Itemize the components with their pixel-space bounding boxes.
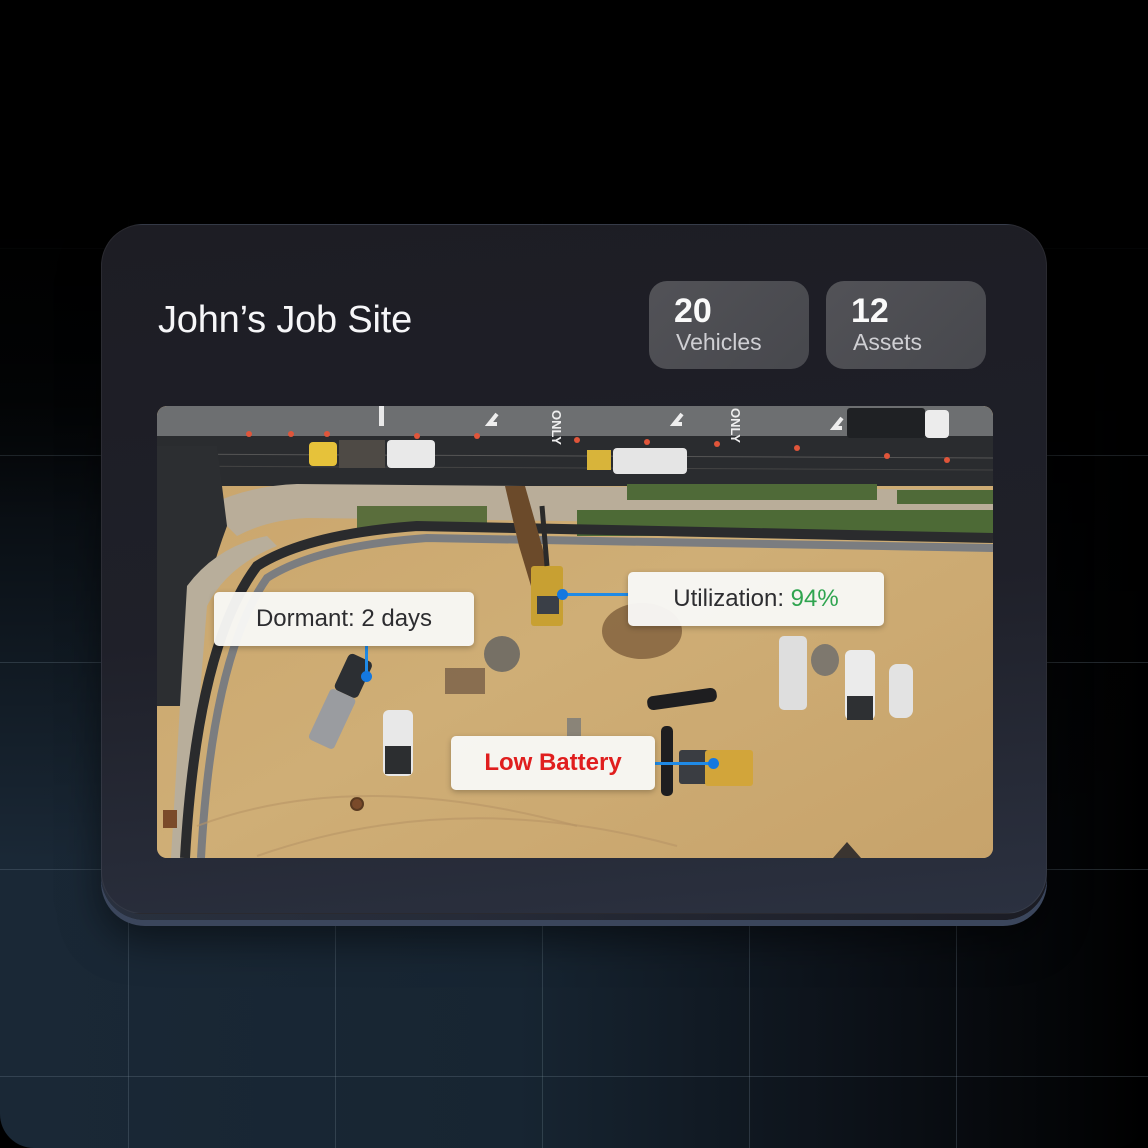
- utilization-label[interactable]: Utilization: 94%: [628, 572, 884, 626]
- dump-truck-cab: [925, 410, 949, 438]
- truck-yellow: [587, 450, 611, 470]
- grass-strip: [627, 484, 877, 500]
- pickup-bed: [385, 746, 411, 774]
- lane-mark: [379, 406, 384, 426]
- dormant-prefix: Dormant:: [255, 605, 362, 632]
- sedan-white: [889, 664, 913, 718]
- truck-bed: [339, 440, 385, 468]
- grass-strip: [897, 490, 993, 504]
- truck-yellow: [309, 442, 337, 466]
- assets-stat[interactable]: 12 Assets: [826, 281, 986, 369]
- vehicles-stat[interactable]: 20 Vehicles: [649, 281, 809, 369]
- assets-count: 12: [851, 292, 889, 330]
- utilization-value: 94%: [790, 585, 839, 612]
- assets-label: Assets: [853, 329, 923, 355]
- dormant-value: 2 days: [361, 605, 433, 632]
- road-text-only: ONLY: [549, 410, 564, 445]
- battery-pin-dot[interactable]: [708, 758, 719, 769]
- battery-pin-line: [655, 762, 713, 765]
- road-text-only: ONLY: [728, 408, 743, 443]
- small-equipment: [567, 718, 581, 736]
- storage-box: [163, 810, 177, 828]
- dormant-label[interactable]: Dormant: 2 days: [214, 592, 474, 646]
- utilization-pin-dot[interactable]: [557, 589, 568, 600]
- grid-line: [0, 1076, 1148, 1077]
- vehicles-count: 20: [674, 292, 712, 330]
- pickup-truck: [613, 448, 687, 474]
- utilization-pin-line: [563, 593, 629, 596]
- dirt-patch: [445, 668, 485, 694]
- utilization-prefix: Utilization:: [673, 585, 791, 612]
- truck-cab: [387, 440, 435, 468]
- pipe-section: [661, 726, 673, 796]
- utility-truck: [779, 636, 807, 710]
- job-site-card: John’s Job Site 20 Vehicles 12 Assets ON…: [101, 224, 1047, 920]
- road-lanes: [157, 436, 993, 486]
- gravel-patch: [811, 644, 839, 676]
- card-surface: John’s Job Site 20 Vehicles 12 Assets ON…: [101, 224, 1047, 914]
- low-battery-label[interactable]: Low Battery: [451, 736, 655, 790]
- gravel-patch: [484, 636, 520, 672]
- page-title: John’s Job Site: [158, 299, 413, 341]
- manhole: [350, 797, 364, 811]
- dump-truck: [847, 408, 925, 438]
- dormant-pin-dot[interactable]: [361, 671, 372, 682]
- vehicles-label: Vehicles: [676, 329, 762, 355]
- site-aerial-photo: ONLY ONLY Dormant: 2 days Utilization: 9…: [157, 406, 993, 858]
- pickup-bed: [847, 696, 873, 720]
- excavator-cab: [537, 596, 559, 614]
